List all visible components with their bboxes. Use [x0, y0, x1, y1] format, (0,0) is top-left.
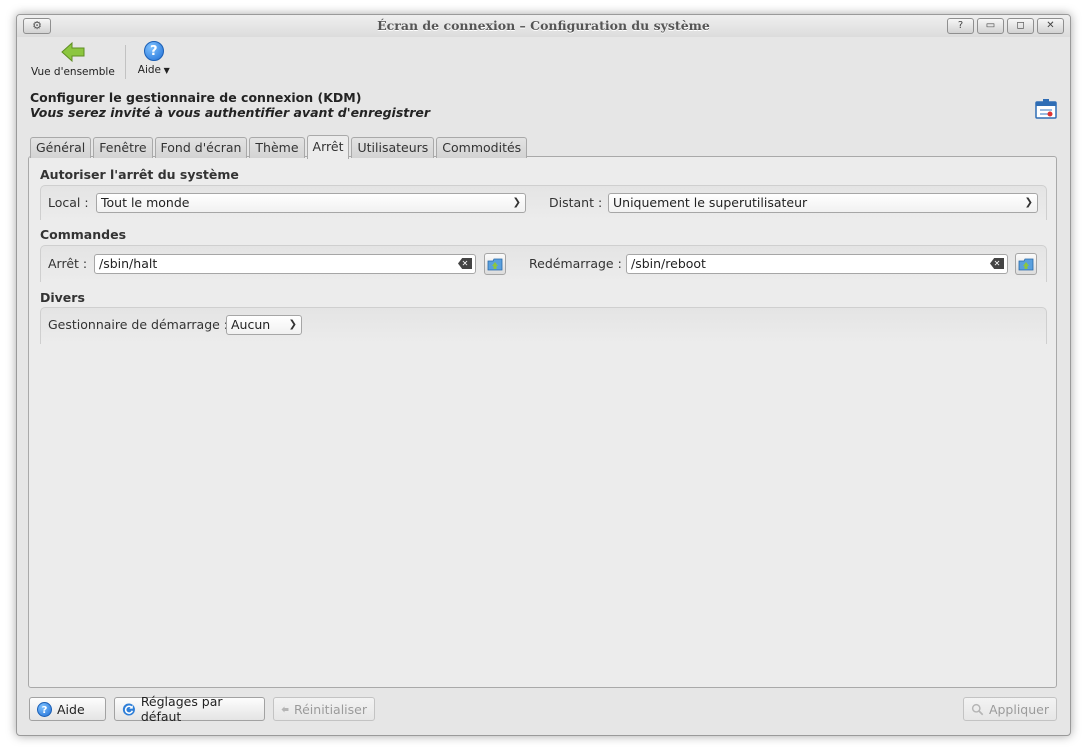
- login-screen-icon: [1035, 99, 1057, 119]
- page-subtitle: Vous serez invité à vous authentifier av…: [30, 105, 431, 120]
- tab-convenience[interactable]: Commodités: [436, 137, 528, 158]
- help-button[interactable]: ? Aide: [29, 697, 106, 721]
- shutdown-group: Local : Tout le monde ❯ Distant : Unique…: [40, 185, 1047, 220]
- commands-group-title: Commandes: [40, 227, 127, 242]
- apply-icon: [971, 703, 984, 715]
- page-title: Configurer le gestionnaire de connexion …: [30, 90, 362, 105]
- misc-group-title: Divers: [40, 290, 85, 305]
- refresh-icon: [122, 702, 135, 716]
- defaults-button[interactable]: Réglages par défaut: [114, 694, 265, 724]
- tab-shutdown[interactable]: Arrêt: [306, 135, 350, 159]
- apply-button-label: Appliquer: [988, 701, 1049, 717]
- tab-background[interactable]: Fond d'écran: [154, 137, 248, 158]
- close-button[interactable]: ✕: [1037, 18, 1064, 34]
- back-arrow-icon: [61, 41, 85, 63]
- reboot-label: Redémarrage :: [529, 256, 622, 271]
- bootmanager-select[interactable]: Aucun ❯: [226, 315, 302, 335]
- module-icon: [1035, 98, 1057, 123]
- halt-browse-button[interactable]: [484, 253, 506, 275]
- bootmanager-value: Aucun: [231, 317, 271, 332]
- maximize-button[interactable]: ◻: [1007, 18, 1034, 34]
- chevron-down-icon: ❯: [1024, 197, 1033, 208]
- minimize-button[interactable]: ▭: [977, 18, 1004, 34]
- maximize-icon: ◻: [1016, 20, 1025, 31]
- tab-panel-shutdown: Autoriser l'arrêt du système Local : Tou…: [28, 156, 1057, 688]
- close-icon: ✕: [1046, 20, 1055, 31]
- chevron-down-icon: ❯: [288, 319, 297, 330]
- question-icon: ?: [957, 20, 964, 31]
- clear-icon[interactable]: ✕: [990, 258, 1004, 269]
- tab-bar: Général Fenêtre Fond d'écran Thème Arrêt…: [30, 135, 528, 159]
- tab-window[interactable]: Fenêtre: [93, 137, 153, 158]
- remote-shutdown-select[interactable]: Uniquement le superutilisateur ❯: [608, 193, 1038, 213]
- defaults-button-label: Réglages par défaut: [140, 694, 223, 724]
- reset-button-label: Réinitialiser: [293, 701, 367, 717]
- tab-users[interactable]: Utilisateurs: [351, 137, 435, 158]
- help-icon: ?: [37, 701, 52, 717]
- bootmanager-label: Gestionnaire de démarrage :: [48, 317, 229, 332]
- context-help-button[interactable]: ?: [947, 18, 974, 34]
- chevron-down-icon: ❯: [512, 197, 521, 208]
- commands-group: Arrêt : /sbin/halt ✕ Redémarrage : /sbin…: [40, 245, 1047, 282]
- toolbar-separator: [124, 45, 126, 79]
- reset-button[interactable]: Réinitialiser: [273, 697, 375, 721]
- local-label: Local :: [48, 195, 89, 210]
- apply-button[interactable]: Appliquer: [963, 697, 1057, 721]
- help-button-label: Aide: [57, 701, 85, 717]
- folder-open-icon: [1018, 258, 1034, 271]
- toolbar: Vue d'ensemble ? Aide ▼: [27, 41, 174, 81]
- help-menu-label: Aide: [137, 64, 162, 76]
- window-title: Écran de connexion – Configuration du sy…: [377, 18, 710, 33]
- minimize-icon: ▭: [985, 20, 996, 31]
- reboot-command-value: /sbin/reboot: [631, 256, 706, 271]
- overview-label: Vue d'ensemble: [31, 66, 115, 78]
- local-shutdown-select[interactable]: Tout le monde ❯: [96, 193, 526, 213]
- chevron-down-icon: ▼: [161, 66, 170, 75]
- clear-icon[interactable]: ✕: [458, 258, 472, 269]
- halt-command-input[interactable]: /sbin/halt ✕: [94, 254, 476, 274]
- tab-theme[interactable]: Thème: [249, 137, 305, 158]
- help-icon: ?: [143, 41, 164, 61]
- remote-shutdown-value: Uniquement le superutilisateur: [613, 195, 808, 210]
- shutdown-group-title: Autoriser l'arrêt du système: [40, 167, 239, 182]
- reboot-browse-button[interactable]: [1015, 253, 1037, 275]
- help-menu-button[interactable]: ? Aide ▼: [134, 41, 174, 76]
- local-shutdown-value: Tout le monde: [101, 195, 190, 210]
- misc-group: Gestionnaire de démarrage : Aucun ❯: [40, 307, 1047, 344]
- halt-command-value: /sbin/halt: [99, 256, 158, 271]
- folder-open-icon: [487, 258, 503, 271]
- overview-button[interactable]: Vue d'ensemble: [27, 41, 119, 78]
- remote-label: Distant :: [549, 195, 603, 210]
- halt-label: Arrêt :: [48, 256, 88, 271]
- settings-window: ⚙ Écran de connexion – Configuration du …: [16, 14, 1071, 736]
- title-bar[interactable]: ⚙ Écran de connexion – Configuration du …: [17, 15, 1070, 37]
- reboot-command-input[interactable]: /sbin/reboot ✕: [626, 254, 1008, 274]
- tab-general[interactable]: Général: [30, 137, 92, 158]
- undo-icon: [281, 706, 289, 712]
